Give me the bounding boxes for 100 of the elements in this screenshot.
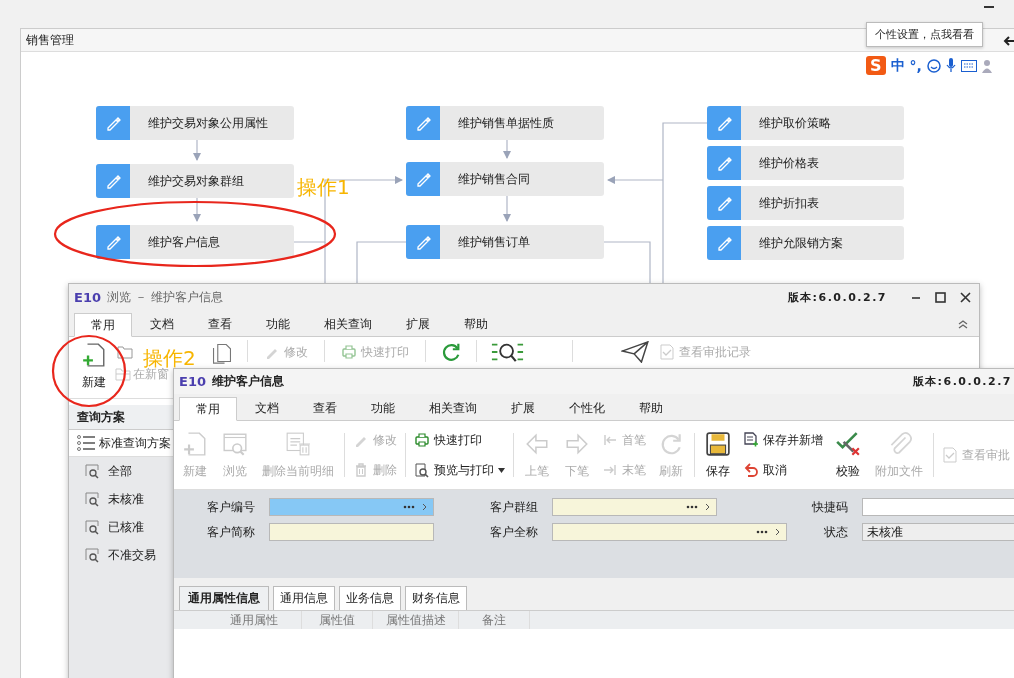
flow-node[interactable]: 维护交易对象群组 [96, 164, 294, 198]
query-item[interactable]: 不准交易 [69, 541, 174, 569]
ime-punctuation[interactable]: °, [909, 57, 922, 74]
field-label: 快捷码 [811, 498, 849, 516]
toolbar-button[interactable]: 保存 [701, 428, 735, 482]
folder-icon [115, 366, 131, 382]
flow-node[interactable]: 维护价格表 [707, 146, 904, 180]
input-field[interactable] [552, 523, 787, 541]
ribbon-tab[interactable]: 个性化 [553, 396, 621, 420]
more-chevron-icon[interactable] [756, 528, 782, 536]
sub-tab[interactable]: 业务信息 [339, 586, 401, 610]
flow-node[interactable]: 维护销售订单 [406, 225, 604, 259]
sub-tab[interactable]: 财务信息 [405, 586, 467, 610]
pencil-icon [415, 171, 431, 187]
toolbar-button[interactable]: 保存并新增 [741, 428, 825, 452]
field-label: 状态 [823, 523, 849, 541]
paper-plane-icon[interactable] [621, 341, 649, 363]
flow-node[interactable]: 维护取价策略 [707, 106, 904, 140]
keyboard-icon[interactable] [960, 59, 977, 72]
ribbon-tab[interactable]: 功能 [355, 396, 411, 420]
input-field[interactable] [862, 498, 1014, 516]
printer-icon [341, 344, 357, 360]
microphone-icon[interactable] [945, 58, 956, 73]
ribbon-tab[interactable]: 查看 [192, 312, 248, 336]
ribbon-tab[interactable]: 文档 [134, 312, 190, 336]
column-header[interactable]: 属性值描述 [373, 611, 459, 629]
flow-node[interactable]: 维护销售合同 [406, 162, 604, 196]
pencil-icon [716, 235, 732, 251]
pencil-icon [716, 115, 732, 131]
trash-icon [353, 462, 369, 478]
sub-tab[interactable]: 通用属性信息 [179, 586, 269, 610]
ribbon-tab[interactable]: 相关查询 [413, 396, 493, 420]
smiley-icon[interactable] [926, 58, 941, 73]
connector-arrow [192, 139, 202, 162]
column-header[interactable]: 属性值 [302, 611, 373, 629]
tooltip: 个性设置，点我看看 [866, 22, 983, 47]
dropdown-caret-icon [498, 467, 505, 473]
connector-arrow [606, 175, 664, 185]
version-label: 版本:6.0.0.2.7 [787, 289, 887, 305]
column-header[interactable]: 备注 [459, 611, 530, 629]
query-item[interactable]: 未核准 [69, 485, 174, 513]
input-field[interactable] [269, 498, 434, 516]
panel-header: 查询方案 [69, 405, 174, 430]
document-copy-icon[interactable] [211, 341, 233, 365]
list-magnifier-icon[interactable] [491, 341, 524, 363]
ribbon-tab[interactable]: 帮助 [448, 312, 504, 336]
collapse-icon[interactable] [957, 319, 969, 329]
ribbon-tab[interactable]: 查看 [297, 396, 353, 420]
flow-node[interactable]: 维护折扣表 [707, 186, 904, 220]
field-label: 客户群组 [489, 498, 539, 516]
more-chevron-icon[interactable] [686, 503, 712, 511]
flow-node[interactable]: 维护允限销方案 [707, 226, 904, 260]
folder-icon[interactable] [117, 344, 133, 360]
document-plus-icon [182, 430, 208, 457]
ribbon-tab[interactable]: 帮助 [623, 396, 679, 420]
input-field[interactable] [269, 523, 434, 541]
toolbar-button[interactable]: 校验 [831, 428, 865, 482]
close-icon[interactable] [960, 291, 971, 303]
ime-mode[interactable]: 中 [890, 56, 905, 75]
pencil-icon [716, 155, 732, 171]
bar-arrow-left-icon [602, 432, 618, 448]
check-pencil-icon [835, 430, 861, 457]
flow-node[interactable]: 维护客户信息 [96, 225, 294, 259]
list-icon [77, 435, 95, 451]
refresh-icon[interactable] [440, 341, 462, 363]
toolbar-button[interactable]: 取消 [741, 458, 825, 482]
document-plus-icon [81, 342, 107, 368]
undo-arrow-icon [743, 462, 759, 478]
flow-node[interactable]: 维护交易对象公用属性 [96, 106, 294, 140]
panel-title: 销售管理 [26, 31, 74, 49]
toolbar-button[interactable]: 预览与打印 [412, 458, 507, 482]
pencil-icon [415, 115, 431, 131]
ribbon-tab[interactable]: 常用 [74, 313, 132, 337]
query-item[interactable]: 全部 [69, 457, 174, 485]
window-title: 浏览 － 维护客户信息 [107, 288, 224, 306]
window-title: 维护客户信息 [212, 373, 285, 390]
ribbon-tab[interactable]: 扩展 [390, 312, 446, 336]
input-field[interactable]: 未核准 [862, 523, 1014, 541]
app-logo: E10 [74, 289, 101, 305]
pencil-icon [105, 234, 121, 250]
ribbon-tab[interactable]: 常用 [179, 397, 237, 421]
ribbon-tab[interactable]: 扩展 [495, 396, 551, 420]
version-label: 版本:6.0.0.2.7 [912, 374, 1012, 389]
maximize-icon[interactable] [935, 291, 946, 303]
more-chevron-icon[interactable] [403, 503, 429, 511]
query-scheme-item[interactable]: 标准查询方案 [69, 430, 174, 457]
toolbar-button[interactable]: 快速打印 [412, 428, 507, 452]
column-header[interactable]: 通用属性 [206, 611, 302, 629]
query-item[interactable]: 已核准 [69, 513, 174, 541]
magnifier-icon [85, 491, 100, 507]
back-arrow-icon[interactable] [1003, 35, 1014, 47]
ribbon-tab[interactable]: 功能 [250, 312, 306, 336]
input-field[interactable] [552, 498, 717, 516]
pencil-icon [105, 115, 121, 131]
field-label: 客户简称 [206, 523, 256, 541]
ribbon-tab[interactable]: 相关查询 [308, 312, 388, 336]
annotation-label: 操作1 [297, 174, 350, 201]
ribbon-tab[interactable]: 文档 [239, 396, 295, 420]
flow-node[interactable]: 维护销售单据性质 [406, 106, 604, 140]
sub-tab[interactable]: 通用信息 [273, 586, 335, 610]
